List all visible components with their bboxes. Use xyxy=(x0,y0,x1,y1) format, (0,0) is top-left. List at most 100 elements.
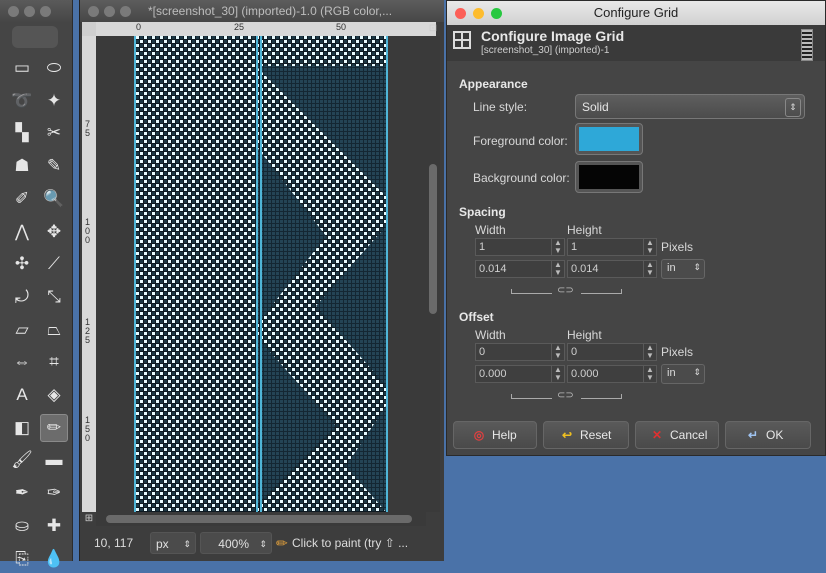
offset-width-in-input[interactable]: 0.000 ▲ ▼ xyxy=(475,365,565,383)
image-canvas[interactable] xyxy=(96,36,426,512)
status-message: Click to paint (try ⇧ ... xyxy=(292,536,409,550)
dialog-titlebar: Configure Grid xyxy=(447,1,825,25)
background-color-button[interactable] xyxy=(575,161,643,193)
foreground-select-icon[interactable]: ☗ xyxy=(8,152,36,180)
cancel-button[interactable]: ✕ Cancel xyxy=(635,421,719,449)
zoom-window-icon[interactable] xyxy=(491,8,502,19)
vertical-scrollbar[interactable] xyxy=(426,36,440,512)
spinner-arrows-icon[interactable]: ▲ ▼ xyxy=(551,366,564,382)
foreground-color-button[interactable] xyxy=(575,123,643,155)
navigate-icon[interactable]: ⊞ xyxy=(82,512,96,526)
ellipse-select-icon[interactable]: ⬭ xyxy=(40,54,68,82)
ruler-tick-label: 25 xyxy=(234,22,245,32)
spinner-arrows-icon[interactable]: ▲ ▼ xyxy=(643,239,656,255)
offset-height-in-input[interactable]: 0.000 ▲ ▼ xyxy=(567,365,657,383)
image-window-titlebar: *[screenshot_30] (imported)-1.0 (RGB col… xyxy=(80,0,444,22)
grid-icon xyxy=(453,31,471,49)
offset-chain-link-icon[interactable]: ⊂⊃ xyxy=(511,390,622,401)
color-picker-icon[interactable]: ✐ xyxy=(8,185,36,213)
reset-button-label: Reset xyxy=(580,428,612,442)
spacing-chain-link-icon[interactable]: ⊂⊃ xyxy=(511,285,622,296)
configure-grid-dialog: Configure Grid Configure Image Grid [scr… xyxy=(446,0,826,456)
eraser-icon[interactable]: ▬ xyxy=(40,446,68,474)
shear-icon[interactable]: ▱ xyxy=(8,316,36,344)
close-window-icon[interactable] xyxy=(8,6,19,17)
paintbrush-icon[interactable]: 🖌 xyxy=(8,446,36,474)
pixel-pattern xyxy=(134,36,388,512)
ok-button[interactable]: ↵ OK xyxy=(725,421,811,449)
spacing-height-in-input[interactable]: 0.014 ▲ ▼ xyxy=(567,260,657,278)
horizontal-scrollbar[interactable] xyxy=(96,512,426,526)
perspective-icon[interactable]: ⏢ xyxy=(40,316,68,344)
offset-unit-select[interactable]: in ⇕ xyxy=(661,364,705,384)
minimize-window-icon[interactable] xyxy=(473,8,484,19)
minimize-window-icon[interactable] xyxy=(104,6,115,17)
zoom-select[interactable]: 400% ⇕ xyxy=(200,532,272,554)
tool-grid: ▭ ⬭ ➰ ✦ ▚ ✂ ☗ ✎ ✐ 🔍 ⋀ ✥ ✣ ⟋ ⤾ ⤡ ▱ ⏢ ⇔ ⌗ A ◈ ◧ ✏ 🖌 ▬ ✒ ✑ ⛀ ✚ ⎘ 💧 xyxy=(0,54,72,568)
spacing-unit-select[interactable]: in ⇕ xyxy=(661,259,705,279)
spacing-width-label: Width xyxy=(475,223,506,237)
move-icon[interactable]: ✥ xyxy=(40,218,68,246)
line-style-select[interactable]: Solid ⇕ xyxy=(575,94,805,119)
spinner-arrows-icon[interactable]: ▲ ▼ xyxy=(643,261,656,277)
spacing-pixels-unit: Pixels xyxy=(661,240,694,254)
select-by-color-icon[interactable]: ▚ xyxy=(8,119,36,147)
scissors-icon[interactable]: ✂ xyxy=(40,119,68,147)
help-button[interactable]: ◎ Help xyxy=(453,421,537,449)
chevron-updown-icon: ⇕ xyxy=(259,539,267,549)
rotate-icon[interactable]: ⤾ xyxy=(8,283,36,311)
airbrush-icon[interactable]: ✒ xyxy=(8,479,36,507)
zoom-image-toggle[interactable]: ⊡ xyxy=(426,22,440,36)
blend-icon[interactable]: ◧ xyxy=(8,414,36,442)
pencil-icon[interactable]: ✏ xyxy=(40,413,68,442)
image-preview-thumbnail xyxy=(801,29,813,61)
ruler-tick-label: 1 5 0 xyxy=(85,415,91,443)
bucket-fill-icon[interactable]: ◈ xyxy=(40,381,68,409)
offset-height-px-input[interactable]: 0 ▲ ▼ xyxy=(567,343,657,361)
zoom-window-icon[interactable] xyxy=(120,6,131,17)
crop-icon[interactable]: ⟋ xyxy=(40,250,68,278)
heal-icon[interactable]: ✚ xyxy=(40,512,68,540)
close-window-icon[interactable] xyxy=(88,6,99,17)
spinner-arrows-icon[interactable]: ▲ ▼ xyxy=(643,366,656,382)
spinner-arrows-icon[interactable]: ▲ ▼ xyxy=(551,239,564,255)
spacing-width-px-input[interactable]: 1 ▲ ▼ xyxy=(475,238,565,256)
smudge-icon[interactable]: 💧 xyxy=(40,545,68,573)
spinner-arrows-icon[interactable]: ▲ ▼ xyxy=(551,344,564,360)
reset-button[interactable]: ↩ Reset xyxy=(543,421,629,449)
ruler-tick-label: 1 0 0 xyxy=(85,217,91,245)
rect-select-icon[interactable]: ▭ xyxy=(8,54,36,82)
spacing-height-px-input[interactable]: 1 ▲ ▼ xyxy=(567,238,657,256)
scrollbar-thumb[interactable] xyxy=(429,164,437,314)
scale-icon[interactable]: ⤡ xyxy=(40,283,68,311)
cage-icon[interactable]: ⌗ xyxy=(40,348,68,376)
spacing-width-in-input[interactable]: 0.014 ▲ ▼ xyxy=(475,260,565,278)
spacing-height-in-value: 0.014 xyxy=(571,263,599,275)
ink-icon[interactable]: ✑ xyxy=(40,479,68,507)
zoom-icon[interactable]: 🔍 xyxy=(40,185,68,213)
zoom-window-icon[interactable] xyxy=(40,6,51,17)
fuzzy-select-icon[interactable]: ✦ xyxy=(40,87,68,115)
flip-icon[interactable]: ⇔ xyxy=(8,348,36,376)
perspective-clone-icon[interactable]: ⎘ xyxy=(8,545,36,573)
close-window-icon[interactable] xyxy=(455,8,466,19)
offset-pixels-unit: Pixels xyxy=(661,345,694,359)
spinner-arrows-icon[interactable]: ▲ ▼ xyxy=(643,344,656,360)
unit-select[interactable]: px ⇕ xyxy=(150,532,196,554)
cancel-button-label: Cancel xyxy=(670,428,708,442)
align-icon[interactable]: ✣ xyxy=(8,250,36,278)
quick-mask-corner[interactable] xyxy=(82,22,96,36)
text-icon[interactable]: A xyxy=(8,381,36,409)
spinner-arrows-icon[interactable]: ▲ ▼ xyxy=(551,261,564,277)
ruler-tick-label: 7 5 xyxy=(85,119,91,138)
scrollbar-thumb[interactable] xyxy=(106,515,412,523)
foreground-color-label: Foreground color: xyxy=(473,134,568,148)
lifebuoy-icon: ◎ xyxy=(473,428,485,442)
minimize-window-icon[interactable] xyxy=(24,6,35,17)
lasso-icon[interactable]: ➰ xyxy=(8,87,36,115)
unit-select-value: px xyxy=(156,537,169,551)
clone-icon[interactable]: ⛀ xyxy=(8,512,36,540)
paths-icon[interactable]: ✎ xyxy=(40,152,68,180)
offset-width-px-input[interactable]: 0 ▲ ▼ xyxy=(475,343,565,361)
measure-icon[interactable]: ⋀ xyxy=(8,218,36,246)
